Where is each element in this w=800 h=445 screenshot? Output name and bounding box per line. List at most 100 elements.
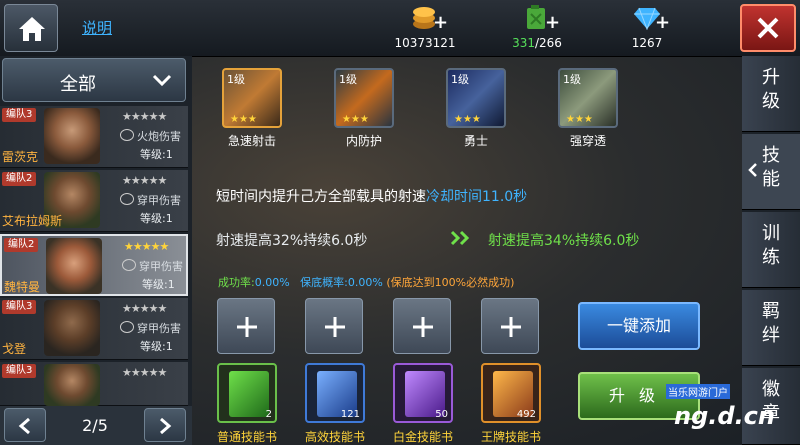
star-rating: ★★★★★ xyxy=(122,302,167,315)
rate-info: 成功率:0.00% 保底概率:0.00% (保底达到100%必然成功) xyxy=(218,276,515,289)
top-bar: 说明 + 10373121 + 331/266 + 1267 xyxy=(0,0,800,57)
home-icon xyxy=(19,17,45,41)
watermark: 当乐网游门户 ng.d.cn xyxy=(662,378,775,444)
damage-type-icon xyxy=(122,259,136,271)
success-rate-value: 0.00% xyxy=(254,276,290,289)
unit-name: 艾布拉姆斯 xyxy=(2,214,63,228)
close-button[interactable] xyxy=(740,4,796,52)
damage-type: 穿甲伤害 xyxy=(120,192,181,208)
cooldown-text: 冷却时间11.0秒 xyxy=(426,189,528,205)
unit-list-panel: 全部 编队3 ★★★★★ 火炮伤害 等级:1 雷茨克 编队2 ★★★★★ 穿甲伤… xyxy=(0,56,192,445)
skill-stars: ★★★ xyxy=(566,114,593,125)
skill-level: 1级 xyxy=(563,73,581,86)
chevron-left-icon xyxy=(748,163,757,177)
tab-training[interactable]: 训练 xyxy=(742,212,800,288)
common-skill-book[interactable]: 2 xyxy=(217,363,277,423)
book-count: 2 xyxy=(265,409,272,420)
unit-level: 等级:1 xyxy=(142,278,175,291)
damage-type: 穿甲伤害 xyxy=(122,258,183,274)
squad-tag: 编队2 xyxy=(4,238,39,252)
plus-icon xyxy=(237,317,257,337)
star-rating: ★★★★★ xyxy=(122,366,167,379)
plus-icon xyxy=(413,317,433,337)
chevron-down-icon xyxy=(152,74,172,87)
plus-icon xyxy=(325,317,345,337)
damage-type-icon xyxy=(120,193,134,205)
next-page-button[interactable] xyxy=(144,408,186,442)
book-count: 492 xyxy=(516,409,536,420)
diamond-value: 1267 xyxy=(631,36,663,50)
filter-dropdown[interactable]: 全部 xyxy=(2,58,186,102)
unit-card[interactable]: 编队3 ★★★★★ xyxy=(0,362,188,406)
efficient-skill-book[interactable]: 121 xyxy=(305,363,365,423)
book-slot-4[interactable] xyxy=(481,298,539,354)
star-rating: ★★★★★ xyxy=(122,110,167,123)
skill-level: 1级 xyxy=(339,73,357,86)
unit-portrait xyxy=(44,300,100,356)
skill-description: 短时间内提升己方全部载具的射速冷却时间11.0秒 xyxy=(216,189,528,205)
squad-tag: 编队3 xyxy=(2,300,37,314)
book-slot-1[interactable] xyxy=(217,298,275,354)
skill-level: 1级 xyxy=(227,73,245,86)
unit-name: 雷茨克 xyxy=(2,150,39,164)
unit-card[interactable]: 编队3 ★★★★★ 火炮伤害 等级:1 雷茨克 xyxy=(0,106,188,168)
star-rating: ★★★★★ xyxy=(124,240,169,253)
unit-card[interactable]: 编队3 ★★★★★ 穿甲伤害 等级:1 戈登 xyxy=(0,298,188,360)
close-icon xyxy=(757,17,779,39)
tab-upgrade[interactable]: 升级 xyxy=(742,56,800,132)
skill-slot-strong-penetration[interactable]: 1级 ★★★ 强穿透 xyxy=(556,68,620,149)
page-indicator: 2/5 xyxy=(82,416,108,435)
chevron-right-icon xyxy=(160,417,172,435)
book-slot-2[interactable] xyxy=(305,298,363,354)
tab-skills[interactable]: 技能 xyxy=(742,134,800,210)
book-name: 高效技能书 xyxy=(304,430,365,444)
squad-tag: 编队3 xyxy=(2,364,37,378)
skill-name: 内防护 xyxy=(345,134,382,148)
unit-name: 戈登 xyxy=(2,342,27,356)
watermark-line1: 当乐网游门户 xyxy=(666,384,730,399)
next-effect: 射速提高34%持续6.0秒 xyxy=(488,233,640,249)
skill-stars: ★★★ xyxy=(342,114,369,125)
unit-card[interactable]: 编队2 ★★★★★ 穿甲伤害 等级:1 艾布拉姆斯 xyxy=(0,170,188,232)
green-book-icon xyxy=(229,371,269,417)
guarantee-value: 0.00% xyxy=(347,276,383,289)
skill-slot-inner-protection[interactable]: 1级 ★★★ 内防护 xyxy=(332,68,396,149)
diamond-resource[interactable]: + 1267 xyxy=(602,4,692,50)
squad-tag: 编队3 xyxy=(2,108,37,122)
unit-level: 等级:1 xyxy=(140,212,173,225)
damage-type: 穿甲伤害 xyxy=(120,320,181,336)
damage-type-icon xyxy=(120,129,134,141)
one-click-add-button[interactable]: 一键添加 xyxy=(578,302,700,350)
unit-card-selected[interactable]: 编队2 ★★★★★ 穿甲伤害 等级:1 魏特曼 xyxy=(0,234,188,296)
prev-page-button[interactable] xyxy=(4,408,46,442)
skill-slot-warrior[interactable]: 1级 ★★★ 勇士 xyxy=(444,68,508,149)
pagination: 2/5 xyxy=(0,406,192,445)
skill-icon: 1级 ★★★ xyxy=(558,68,618,128)
book-slot-3[interactable] xyxy=(393,298,451,354)
skill-stars: ★★★ xyxy=(454,114,481,125)
book-count: 50 xyxy=(435,409,448,420)
unit-level: 等级:1 xyxy=(140,148,173,161)
chevron-left-icon xyxy=(18,417,30,435)
unit-level: 等级:1 xyxy=(140,340,173,353)
skill-name: 强穿透 xyxy=(569,134,606,148)
platinum-skill-book[interactable]: 50 xyxy=(393,363,453,423)
gold-resource[interactable]: + 10373121 xyxy=(380,4,470,50)
skill-name: 勇士 xyxy=(463,134,488,148)
guarantee-note: (保底达到100%必然成功) xyxy=(386,276,515,289)
ace-skill-book[interactable]: 492 xyxy=(481,363,541,423)
skill-name: 急速射击 xyxy=(227,134,276,148)
tab-bond[interactable]: 羁绊 xyxy=(742,290,800,366)
plus-icon xyxy=(501,317,521,337)
gold-value: 10373121 xyxy=(394,36,456,50)
unit-portrait xyxy=(44,364,100,406)
home-button[interactable] xyxy=(4,4,58,52)
fuel-max: /266 xyxy=(534,36,562,50)
current-effect: 射速提高32%持续6.0秒 xyxy=(216,233,368,249)
add-diamond-plus: + xyxy=(655,12,671,33)
skill-stars: ★★★ xyxy=(230,114,257,125)
book-name: 普通技能书 xyxy=(216,430,277,444)
skill-slot-rapid-fire[interactable]: 1级 ★★★ 急速射击 xyxy=(220,68,284,149)
help-link[interactable]: 说明 xyxy=(82,17,112,38)
fuel-resource[interactable]: + 331/266 xyxy=(492,4,582,50)
